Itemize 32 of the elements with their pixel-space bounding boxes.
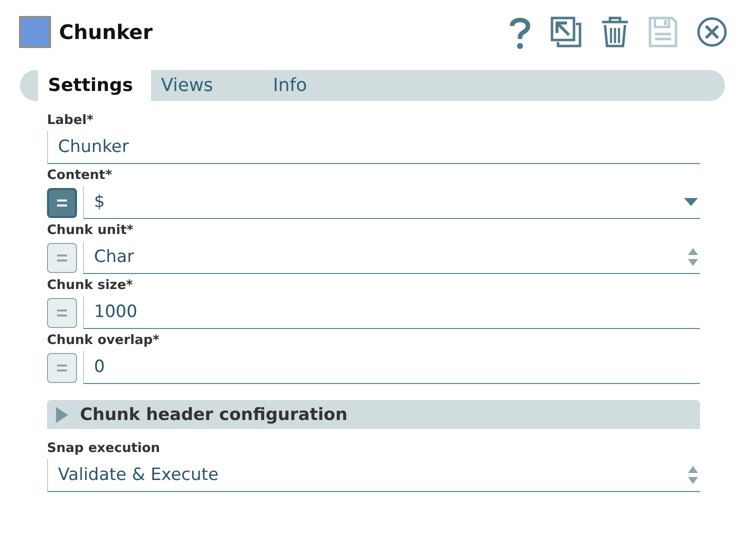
spinner-arrows-icon xyxy=(688,466,698,484)
field-label: Chunk overlap* xyxy=(47,333,160,349)
tab[interactable]: Settings xyxy=(38,70,151,101)
field-label: Content* xyxy=(47,168,114,184)
trash-icon[interactable] xyxy=(600,16,630,48)
select-field[interactable]: $ xyxy=(83,186,700,219)
field-label: Label* xyxy=(47,113,94,129)
expression-toggle[interactable] xyxy=(47,243,77,273)
tab[interactable]: Info xyxy=(262,70,375,101)
input-field[interactable]: 0 xyxy=(83,351,700,384)
window-title: Chunker xyxy=(59,20,154,44)
field-label: Chunk size* xyxy=(47,278,134,294)
close-icon[interactable] xyxy=(696,16,728,48)
select-field[interactable]: Char xyxy=(83,241,700,274)
field-label: Chunk unit* xyxy=(47,223,134,239)
expression-toggle[interactable] xyxy=(47,353,77,383)
dropdown-arrow-icon xyxy=(684,198,698,206)
input-field[interactable]: 1000 xyxy=(83,296,700,329)
spinner-arrows-icon xyxy=(688,248,698,266)
equals-icon xyxy=(57,364,67,372)
window-arrow-icon[interactable] xyxy=(550,16,582,48)
expression-toggle[interactable] xyxy=(47,298,77,328)
expression-toggle[interactable] xyxy=(47,188,77,218)
equals-icon xyxy=(57,199,67,207)
field-label: Snap execution xyxy=(47,441,162,457)
section-title: Chunk header configuration xyxy=(80,404,348,424)
tab[interactable]: Views xyxy=(150,70,263,101)
equals-icon xyxy=(57,254,67,262)
equals-icon xyxy=(57,309,67,317)
section-header[interactable]: Chunk header configuration xyxy=(47,400,700,429)
input-field[interactable]: Chunker xyxy=(47,131,700,164)
select-field[interactable]: Validate & Execute xyxy=(47,459,700,492)
